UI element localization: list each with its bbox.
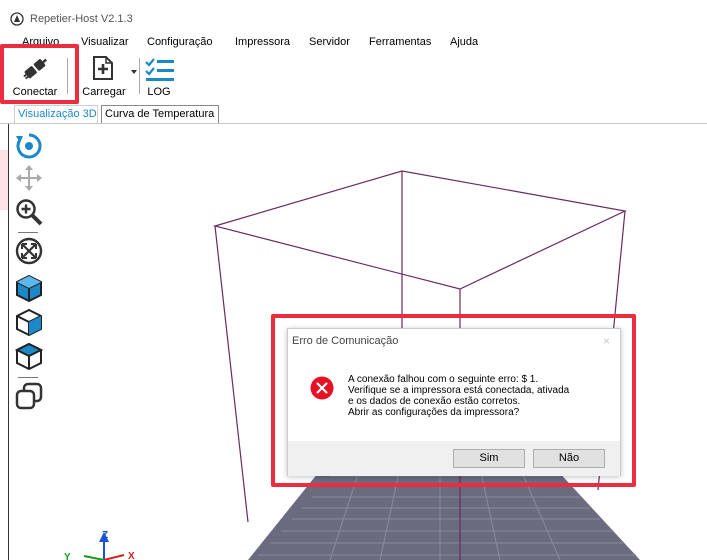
menu-ajuda[interactable]: Ajuda [450, 36, 478, 48]
app-logo-icon [10, 12, 24, 26]
dialog-footer: Sim Não [288, 441, 620, 476]
tab-label: Visualização 3D [18, 108, 97, 120]
tab-3d-view[interactable]: Visualização 3D [14, 105, 98, 123]
dialog-close-button[interactable]: × [603, 334, 610, 348]
move-view-icon[interactable] [15, 164, 43, 192]
tab-temperature-curve[interactable]: Curva de Temperatura [101, 105, 219, 123]
message-line: Abrir as configurações da impressora? [348, 407, 520, 418]
connect-label: Conectar [12, 86, 58, 98]
fit-view-icon[interactable] [15, 237, 43, 265]
message-line: A conexão falhou com o seguinte erro: $ … [348, 374, 539, 385]
rotate-view-icon[interactable] [15, 132, 43, 160]
front-view-icon[interactable] [15, 308, 43, 336]
menu-bar: Arquivo Visualizar Configuração Impresso… [0, 34, 707, 52]
load-label: Carregar [82, 86, 126, 98]
toolbar: Conectar Carregar LOG [0, 52, 707, 100]
error-dialog: Erro de Comunicação × A conexão falhou c… [287, 328, 621, 476]
tool-separator [18, 232, 38, 233]
watermark-shape [0, 150, 8, 210]
menu-impressora[interactable]: Impressora [235, 36, 290, 48]
title-bar: Repetier-Host V2.1.3 [0, 0, 707, 34]
error-icon [310, 376, 334, 400]
overlap-view-icon[interactable] [15, 382, 43, 410]
isometric-view-icon[interactable] [15, 274, 43, 302]
menu-servidor[interactable]: Servidor [309, 36, 350, 48]
axis-label-x: X [128, 551, 135, 560]
print-bed [248, 468, 640, 560]
toolbar-separator [67, 58, 68, 94]
tool-separator [18, 377, 38, 378]
tab-label: Curva de Temperatura [105, 108, 215, 120]
dropdown-arrow-icon[interactable] [131, 70, 137, 74]
axis-gizmo: Z X Y [64, 530, 135, 560]
message-line: e os dados de conexão estão corretos. [348, 396, 521, 407]
top-view-icon[interactable] [15, 342, 43, 370]
panel-divider [8, 124, 9, 560]
dialog-title: Erro de Comunicação [292, 335, 399, 347]
add-file-icon [93, 56, 113, 80]
no-button[interactable]: Não [533, 449, 605, 468]
toolbar-separator [139, 58, 140, 94]
connect-button[interactable]: Conectar [8, 54, 62, 98]
load-button[interactable]: Carregar [78, 54, 130, 98]
message-line: Verifique se a impressora está conectada… [348, 385, 570, 396]
menu-ferramentas[interactable]: Ferramentas [369, 36, 431, 48]
window-title: Repetier-Host V2.1.3 [30, 13, 133, 25]
menu-configuracao[interactable]: Configuração [147, 36, 212, 48]
view-tools-panel [8, 124, 48, 560]
zoom-icon[interactable] [15, 198, 43, 226]
axis-label-z: Z [102, 530, 108, 541]
yes-button[interactable]: Sim [453, 449, 525, 468]
dialog-message: A conexão falhou com o seguinte erro: $ … [348, 374, 569, 418]
log-label: LOG [147, 86, 171, 98]
menu-arquivo[interactable]: Arquivo [22, 36, 59, 48]
menu-visualizar[interactable]: Visualizar [81, 36, 129, 48]
axis-label-y: Y [64, 552, 71, 560]
checklist-icon [145, 58, 174, 81]
log-button[interactable]: LOG [142, 54, 176, 98]
plug-icon [23, 58, 48, 80]
